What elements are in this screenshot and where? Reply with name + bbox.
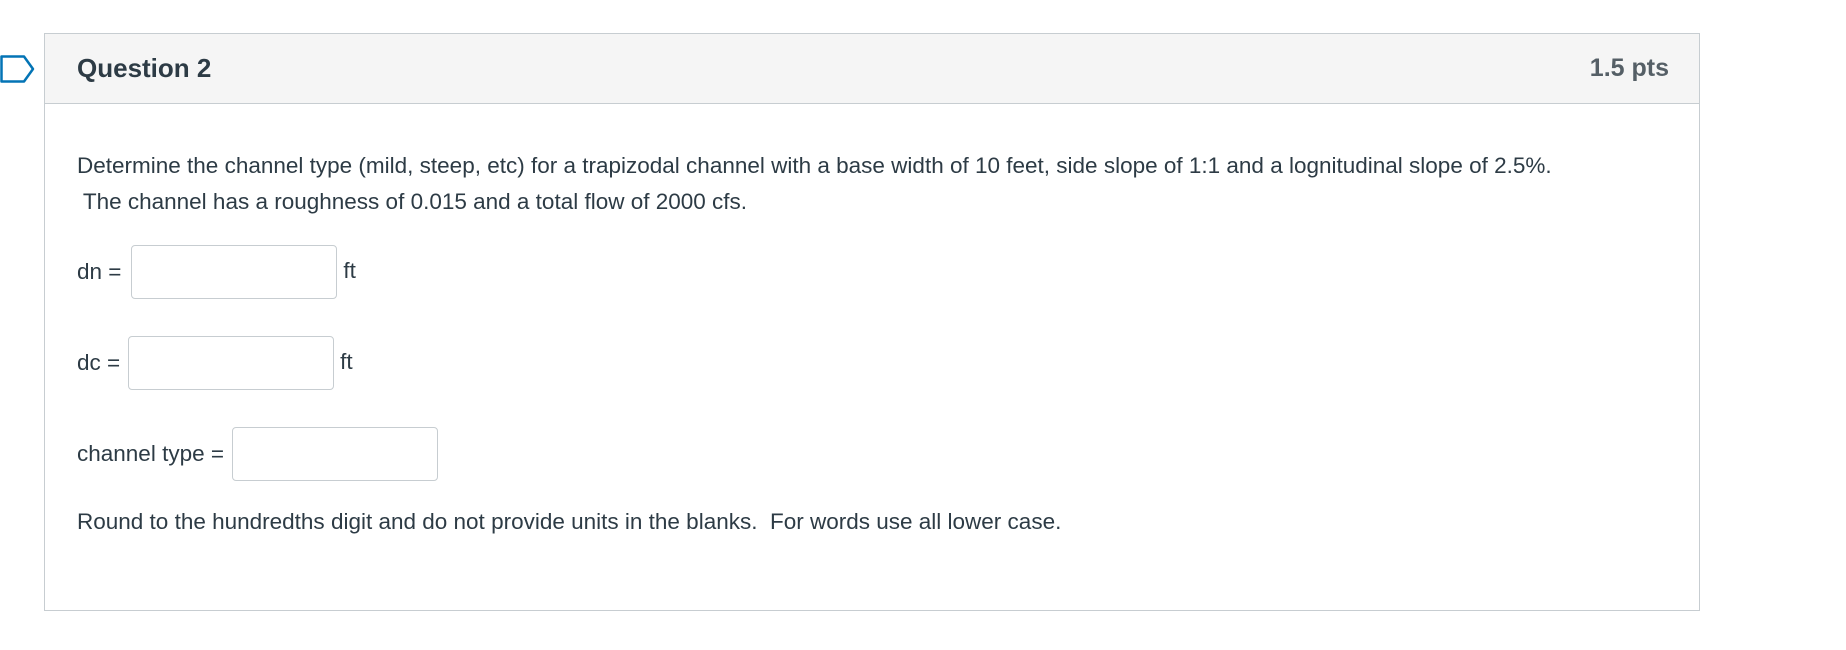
answer-row-dn: dn = ft [77, 245, 356, 299]
prompt-line-2: The channel has a roughness of 0.015 and… [77, 189, 748, 214]
dc-unit: ft [340, 349, 353, 374]
answer-row-dc: dc = ft [77, 336, 353, 390]
dc-input[interactable] [128, 336, 335, 390]
question-note: Round to the hundredths digit and do not… [77, 509, 1062, 534]
question-container: Question 2 1.5 pts Determine the channel… [44, 33, 1700, 611]
answer-row-channel-type: channel type = [77, 427, 438, 481]
question-title: Question 2 [77, 53, 212, 83]
channel-type-input[interactable] [232, 427, 438, 481]
question-header: Question 2 1.5 pts [45, 34, 1699, 104]
dn-input[interactable] [131, 245, 338, 299]
prompt-line-1: Determine the channel type (mild, steep,… [77, 153, 1552, 178]
question-prompt: Determine the channel type (mild, steep,… [77, 148, 1677, 220]
channel-type-label: channel type = [77, 441, 224, 466]
flag-question-icon[interactable] [0, 55, 36, 83]
dn-label: dn = [77, 259, 122, 284]
question-points: 1.5 pts [1589, 54, 1669, 82]
dn-unit: ft [343, 258, 356, 283]
dc-label: dc = [77, 350, 121, 375]
